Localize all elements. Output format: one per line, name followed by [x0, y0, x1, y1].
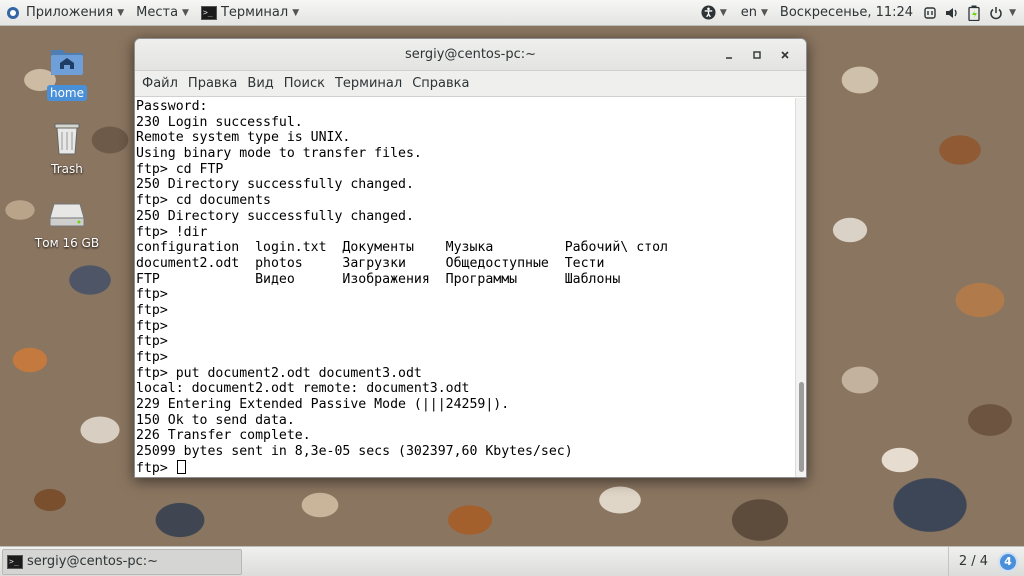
terminal-line: FTP Видео Изображения Программы Шаблоны	[136, 271, 621, 287]
applications-menu[interactable]: Приложения ▼	[0, 0, 130, 26]
power-icon[interactable]	[987, 0, 1005, 26]
desktop-icon-volume[interactable]: Том 16 GB	[27, 196, 107, 251]
menu-view[interactable]: Вид	[242, 76, 278, 91]
terminal-icon: >_	[200, 5, 217, 20]
terminal-line: Password:	[136, 99, 208, 114]
terminal-line: 230 Login successful.	[136, 114, 303, 130]
terminal-line: ftp> cd FTP	[136, 161, 224, 177]
desktop-icon-home[interactable]: home	[27, 42, 107, 101]
maximize-button[interactable]	[746, 44, 768, 66]
terminal-line: 229 Entering Extended Passive Mode (|||2…	[136, 397, 510, 413]
terminal-line: 226 Transfer complete.	[136, 428, 311, 444]
menu-help[interactable]: Справка	[407, 76, 474, 91]
window-title: sergiy@centos-pc:~	[404, 47, 536, 62]
menu-edit[interactable]: Правка	[183, 76, 242, 91]
accessibility-icon[interactable]	[700, 0, 718, 26]
taskbar-item-label: sergiy@centos-pc:~	[27, 554, 159, 569]
terminal-prompt-line[interactable]: ftp>	[136, 459, 796, 476]
terminal-line: ftp>	[136, 287, 168, 303]
menu-file[interactable]: Файл	[137, 76, 183, 91]
terminal-line: ftp>	[136, 350, 168, 365]
desktop-icon-trash[interactable]: Trash	[27, 118, 107, 177]
terminal-line: ftp> cd documents	[136, 193, 271, 209]
terminal-line: 25099 bytes sent in 8,3e-05 secs (302397…	[136, 444, 573, 460]
terminal-line: ftp>	[136, 318, 168, 334]
language-selector[interactable]: en ▼	[735, 0, 774, 26]
terminal-app-label: Терминал	[220, 5, 289, 20]
terminal-line: configuration login.txt Документы Музыка…	[136, 240, 668, 256]
terminal-prompt: ftp>	[136, 460, 176, 476]
terminal-line: ftp> put document2.odt document3.odt	[136, 365, 422, 381]
minimize-button[interactable]	[718, 44, 740, 66]
chevron-down-icon: ▼	[182, 7, 189, 18]
terminal-window: sergiy@centos-pc:~ Файл Правка Вид Поиск…	[134, 38, 807, 478]
chevron-down-icon: ▼	[117, 7, 125, 18]
close-button[interactable]	[774, 44, 796, 66]
scrollbar-thumb[interactable]	[799, 382, 804, 472]
bottom-panel: >_ sergiy@centos-pc:~ 2 / 4 4	[0, 546, 1024, 576]
chevron-down-icon[interactable]: ▼	[720, 8, 727, 18]
terminal-line: ftp>	[136, 334, 168, 350]
terminal-line: 150 Ok to send data.	[136, 412, 295, 428]
notification-badge[interactable]: 4	[998, 551, 1018, 572]
scrollbar[interactable]	[795, 98, 806, 477]
chevron-down-icon: ▼	[761, 7, 768, 18]
taskbar-item-terminal[interactable]: >_ sergiy@centos-pc:~	[2, 548, 242, 575]
chevron-down-icon[interactable]: ▼	[1009, 8, 1016, 18]
places-label: Места	[136, 5, 179, 20]
terminal-icon: >_	[7, 554, 23, 569]
terminal-line: local: document2.odt remote: document3.o…	[136, 381, 470, 397]
terminal-line: ftp>	[136, 302, 168, 318]
volume-icon[interactable]	[943, 0, 961, 26]
accessibility-icon[interactable]	[921, 0, 939, 26]
drive-icon	[27, 196, 107, 233]
desktop-icon-label: Trash	[51, 162, 83, 176]
terminal-line: ftp> !dir	[136, 224, 208, 240]
text-cursor	[176, 459, 186, 474]
terminal-line: 250 Directory successfully changed.	[136, 177, 414, 193]
datetime-label: Воскресенье, 11:24	[779, 5, 914, 20]
terminal-output[interactable]: Password: 230 Login successful. Remote s…	[135, 98, 796, 477]
terminal-line: Remote system type is UNIX.	[136, 130, 351, 146]
folder-home-icon	[27, 42, 107, 83]
chevron-down-icon: ▼	[292, 7, 300, 18]
menu-search[interactable]: Поиск	[279, 76, 330, 91]
terminal-line: 250 Directory successfully changed.	[136, 208, 414, 224]
battery-icon[interactable]	[965, 0, 983, 26]
window-titlebar[interactable]: sergiy@centos-pc:~	[135, 39, 806, 71]
trash-icon	[27, 118, 107, 159]
workspace-indicator[interactable]: 2 / 4	[947, 546, 998, 576]
terminal-line: document2.odt photos Загрузки Общедоступ…	[136, 255, 605, 271]
desktop-icon-label: Том 16 GB	[34, 236, 100, 250]
clock[interactable]: Воскресенье, 11:24	[774, 0, 919, 26]
terminal-line: Using binary mode to transfer files.	[136, 146, 422, 162]
menu-bar: Файл Правка Вид Поиск Терминал Справка	[135, 71, 806, 97]
applications-icon	[6, 6, 20, 20]
terminal-app-menu[interactable]: >_ Терминал ▼	[195, 0, 305, 26]
places-menu[interactable]: Места ▼	[130, 0, 195, 26]
top-panel: Приложения ▼ Места ▼ >_ Терминал ▼ ▼ en …	[0, 0, 1024, 26]
desktop-icon-label: home	[46, 85, 88, 101]
menu-terminal[interactable]: Терминал	[330, 76, 407, 91]
applications-label: Приложения	[26, 5, 114, 20]
language-label: en	[740, 5, 757, 20]
